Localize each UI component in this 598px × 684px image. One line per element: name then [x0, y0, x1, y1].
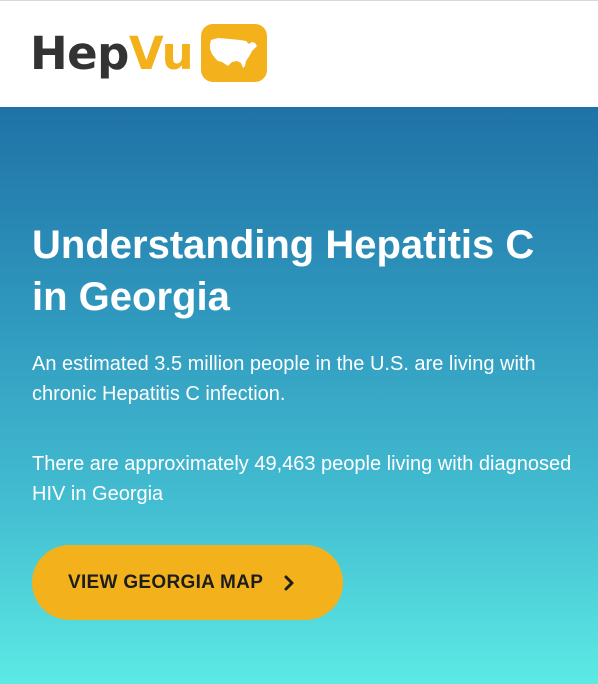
hepvu-logo[interactable]: HepVu [30, 23, 268, 83]
view-georgia-map-label: VIEW GEORGIA MAP [68, 571, 264, 593]
hero-section: Understanding Hepatitis C in Georgia An … [0, 107, 598, 684]
page: HepVu Understanding Hepatitis C in Georg… [0, 0, 598, 684]
view-georgia-map-button[interactable]: VIEW GEORGIA MAP [32, 545, 343, 620]
us-map-icon [201, 24, 268, 82]
hero-paragraph-hcv: An estimated 3.5 million people in the U… [32, 353, 536, 405]
logo-wordmark: HepVu [30, 31, 194, 76]
logo-wordmark-vu: Vu [128, 26, 194, 80]
site-header: HepVu [0, 1, 598, 107]
chevron-right-icon [283, 575, 295, 591]
hero-paragraph-hiv: There are approximately 49,463 people li… [32, 453, 572, 505]
hero-title: Understanding Hepatitis C in Georgia [32, 223, 535, 319]
logo-wordmark-hep: Hep [30, 26, 129, 80]
